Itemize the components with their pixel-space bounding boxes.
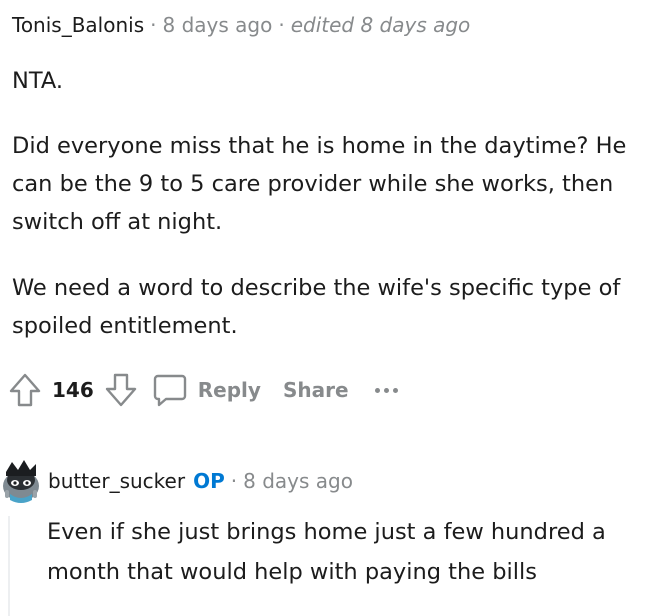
comment-actions: 146 Reply Share	[8, 368, 398, 412]
comment: Tonis_Balonis · 8 days ago · edited 8 da…	[12, 10, 644, 345]
reply-author[interactable]: butter_sucker	[48, 469, 185, 493]
comment-timestamp[interactable]: 8 days ago	[163, 10, 273, 40]
reply-meta: butter_sucker OP · 8 days ago	[48, 466, 353, 496]
dot	[383, 387, 389, 393]
comment-author[interactable]: Tonis_Balonis	[12, 10, 144, 40]
reply-paragraph: Even if she just brings home just a few …	[47, 519, 606, 585]
reply-comment: butter_sucker OP · 8 days ago Even if sh…	[0, 446, 655, 616]
vote-score: 146	[52, 378, 94, 402]
downvote-arrow-icon[interactable]	[104, 372, 138, 408]
share-button[interactable]: Share	[283, 378, 349, 402]
dot	[392, 387, 398, 393]
reply-body: Even if she just brings home just a few …	[47, 512, 647, 592]
edited-timestamp: edited 8 days ago	[290, 13, 471, 37]
snoo-avatar-icon[interactable]	[0, 450, 42, 510]
comment-body: NTA. Did everyone miss that he is home i…	[12, 62, 644, 345]
meta-separator: ·	[150, 13, 157, 37]
dot	[374, 387, 380, 393]
comment-paragraph: NTA.	[12, 68, 63, 94]
reply-label: Reply	[197, 378, 261, 402]
ellipsis-icon[interactable]	[374, 387, 398, 393]
comment-paragraph: We need a word to describe the wife's sp…	[12, 275, 621, 339]
comment-meta: Tonis_Balonis · 8 days ago · edited 8 da…	[12, 10, 644, 40]
comment-paragraph: Did everyone miss that he is home in the…	[12, 133, 627, 235]
op-badge: OP	[193, 469, 225, 493]
meta-separator: ·	[230, 469, 238, 493]
reply-button[interactable]: Reply	[152, 372, 261, 408]
thread-line[interactable]	[8, 516, 10, 616]
speech-bubble-icon	[152, 372, 188, 408]
meta-separator: ·	[278, 13, 285, 37]
reply-timestamp[interactable]: 8 days ago	[243, 469, 353, 493]
upvote-arrow-icon[interactable]	[8, 372, 42, 408]
